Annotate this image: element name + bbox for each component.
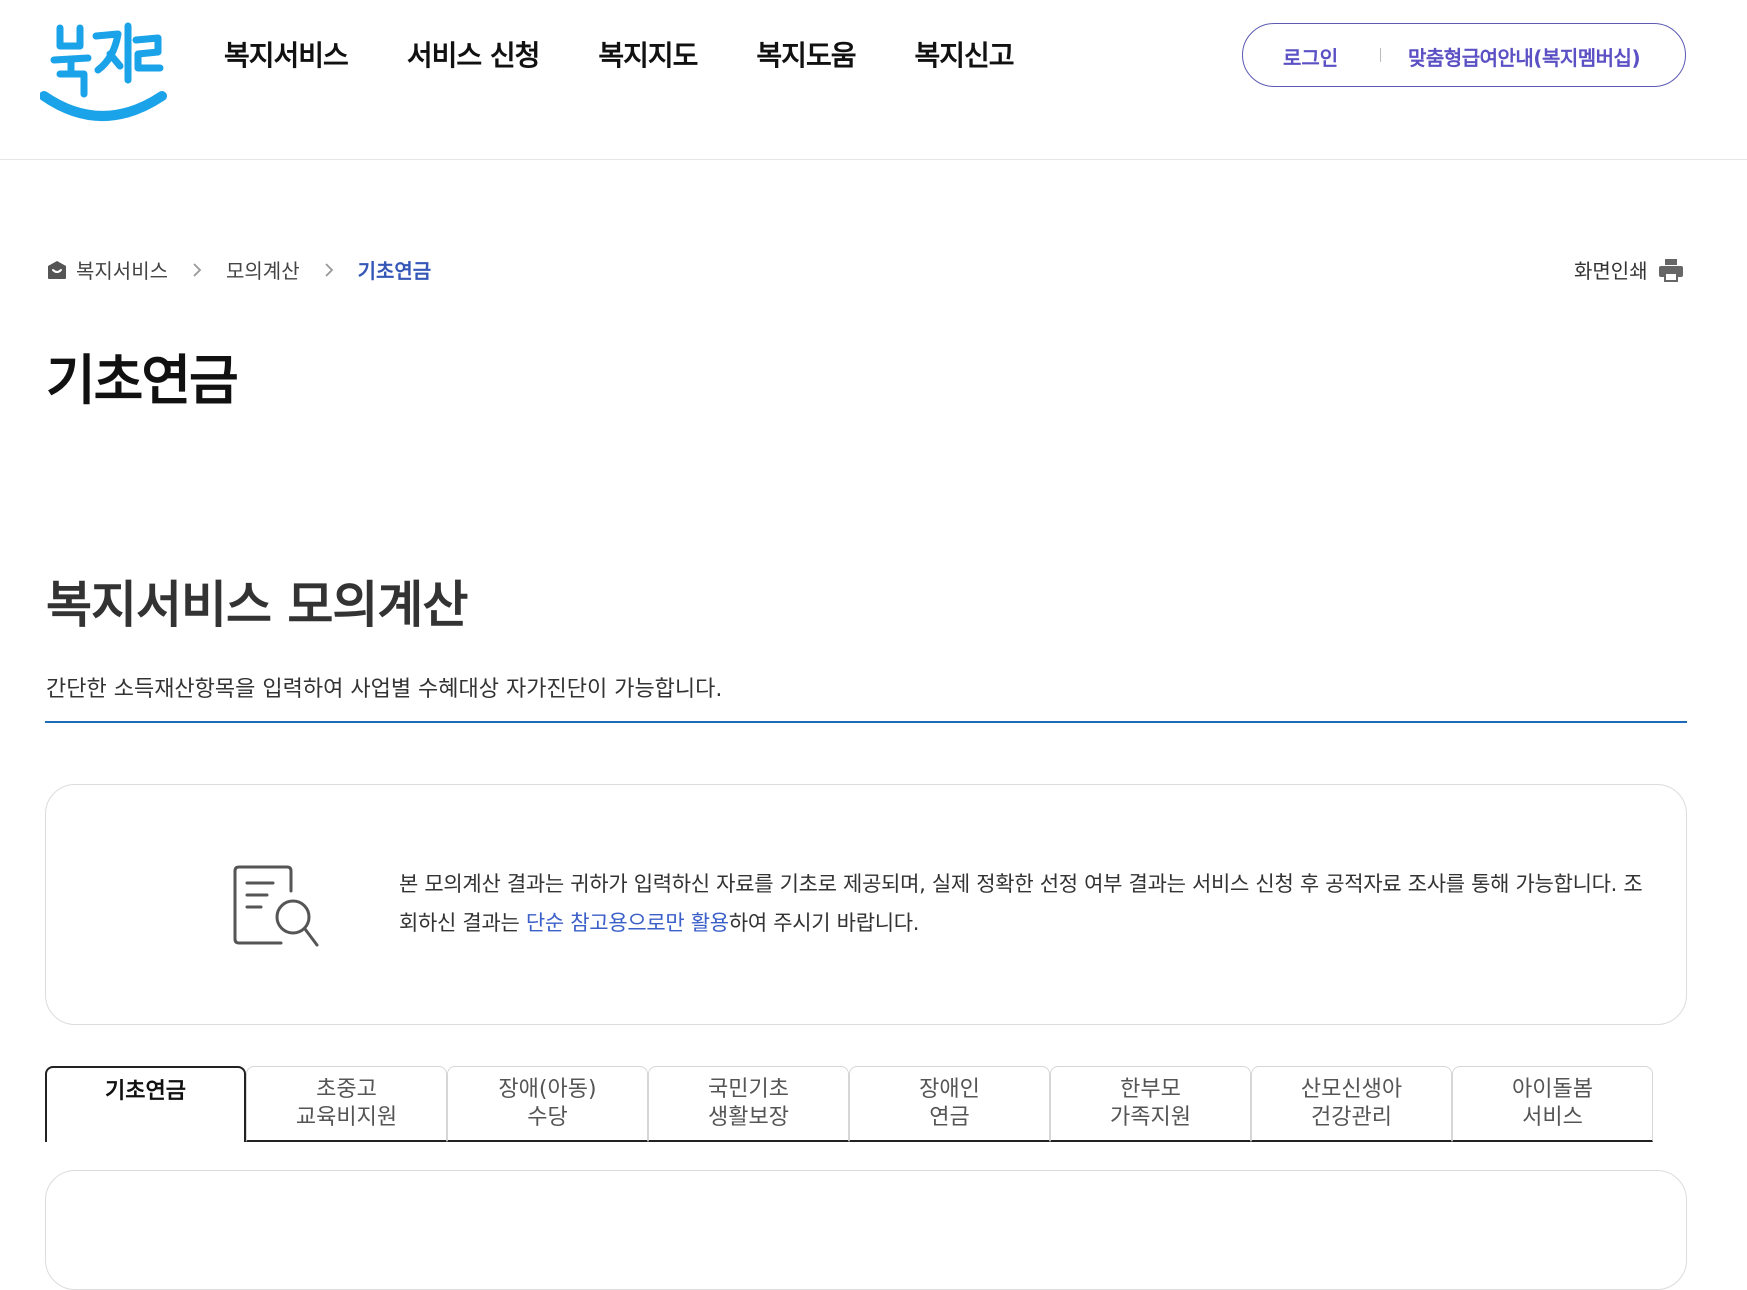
section-divider: [45, 721, 1687, 723]
breadcrumb: 복지서비스 모의계산 기초연금: [46, 255, 431, 284]
tab-education-support[interactable]: 초중고 교육비지원: [246, 1066, 447, 1142]
tab-label: 기초연금: [105, 1079, 186, 1104]
tab-label: 건강관리: [1311, 1104, 1392, 1130]
chevron-right-icon: [193, 262, 202, 277]
nav-welfare-map[interactable]: 복지지도: [598, 34, 698, 74]
tab-label: 생활보장: [708, 1104, 789, 1130]
main-nav: 복지서비스 서비스 신청 복지지도 복지도움 복지신고: [224, 34, 1015, 74]
printer-icon: [1658, 258, 1683, 282]
breadcrumb-item-current: 기초연금: [357, 259, 432, 283]
tab-label: 수당: [527, 1104, 568, 1130]
membership-link[interactable]: 맞춤형급여안내(복지멤버십): [1408, 42, 1641, 71]
tab-childcare-service[interactable]: 아이돌봄 서비스: [1452, 1066, 1653, 1142]
bokjiro-logo[interactable]: [40, 18, 170, 136]
tab-label: 서비스: [1522, 1104, 1583, 1130]
tab-label: 교육비지원: [295, 1104, 398, 1130]
tab-label: 장애(아동): [498, 1076, 597, 1102]
tab-label: 국민기초: [708, 1076, 789, 1102]
program-tabs: 기초연금 초중고 교육비지원 장애(아동) 수당 국민기초 생활보장 장애인 연…: [45, 1066, 1655, 1143]
user-util-box: 로그인 맞춤형급여안내(복지멤버십): [1242, 23, 1686, 87]
tab-label: 초중고: [316, 1076, 377, 1102]
print-button[interactable]: 화면인쇄: [1574, 255, 1684, 284]
nav-welfare-help[interactable]: 복지도움: [756, 34, 856, 74]
tab-maternal-newborn[interactable]: 산모신생아 건강관리: [1251, 1066, 1452, 1142]
nav-welfare-report[interactable]: 복지신고: [914, 34, 1014, 74]
tab-label: 산모신생아: [1300, 1076, 1403, 1102]
tab-label: 연금: [929, 1104, 970, 1130]
notice-text-part: 하여 주시기 바랍니다.: [728, 911, 920, 935]
notice-text: 본 모의계산 결과는 귀하가 입력하신 자료를 기초로 제공되며, 실제 정확한…: [399, 865, 1644, 943]
nav-service-application[interactable]: 서비스 신청: [407, 34, 541, 74]
breadcrumb-item-mock-calculation[interactable]: 모의계산: [226, 255, 300, 284]
site-header: 복지서비스 서비스 신청 복지지도 복지도움 복지신고 로그인 맞춤형급여안내(…: [0, 0, 1747, 160]
breadcrumb-item-welfare-services[interactable]: 복지서비스: [76, 255, 168, 284]
section-title: 복지서비스 모의계산: [46, 576, 468, 634]
notice-highlight: 단순 참고용으로만 활용: [525, 911, 729, 935]
util-divider: [1380, 48, 1381, 62]
tab-label: 아이돌봄: [1512, 1076, 1593, 1102]
calculator-panel: [45, 1170, 1687, 1290]
nav-welfare-services[interactable]: 복지서비스: [224, 34, 349, 74]
tab-label: 가족지원: [1110, 1104, 1191, 1130]
tab-basic-pension[interactable]: 기초연금: [45, 1066, 246, 1142]
print-label: 화면인쇄: [1574, 259, 1648, 283]
tab-label: 장애인: [919, 1076, 980, 1102]
tab-basic-livelihood[interactable]: 국민기초 생활보장: [648, 1066, 849, 1142]
tab-disability-allowance[interactable]: 장애(아동) 수당: [447, 1066, 648, 1142]
tab-label: 한부모: [1120, 1076, 1181, 1102]
chevron-right-icon: [324, 262, 333, 277]
page-title: 기초연금: [46, 349, 239, 412]
section-description: 간단한 소득재산항목을 입력하여 사업별 수혜대상 자가진단이 가능합니다.: [46, 677, 723, 702]
login-link[interactable]: 로그인: [1283, 42, 1338, 71]
notice-box: 본 모의계산 결과는 귀하가 입력하신 자료를 기초로 제공되며, 실제 정확한…: [45, 784, 1687, 1025]
document-search-icon: [233, 865, 319, 947]
tab-single-parent[interactable]: 한부모 가족지원: [1050, 1066, 1251, 1142]
tab-disability-pension[interactable]: 장애인 연금: [849, 1066, 1050, 1142]
home-icon[interactable]: [46, 259, 68, 281]
